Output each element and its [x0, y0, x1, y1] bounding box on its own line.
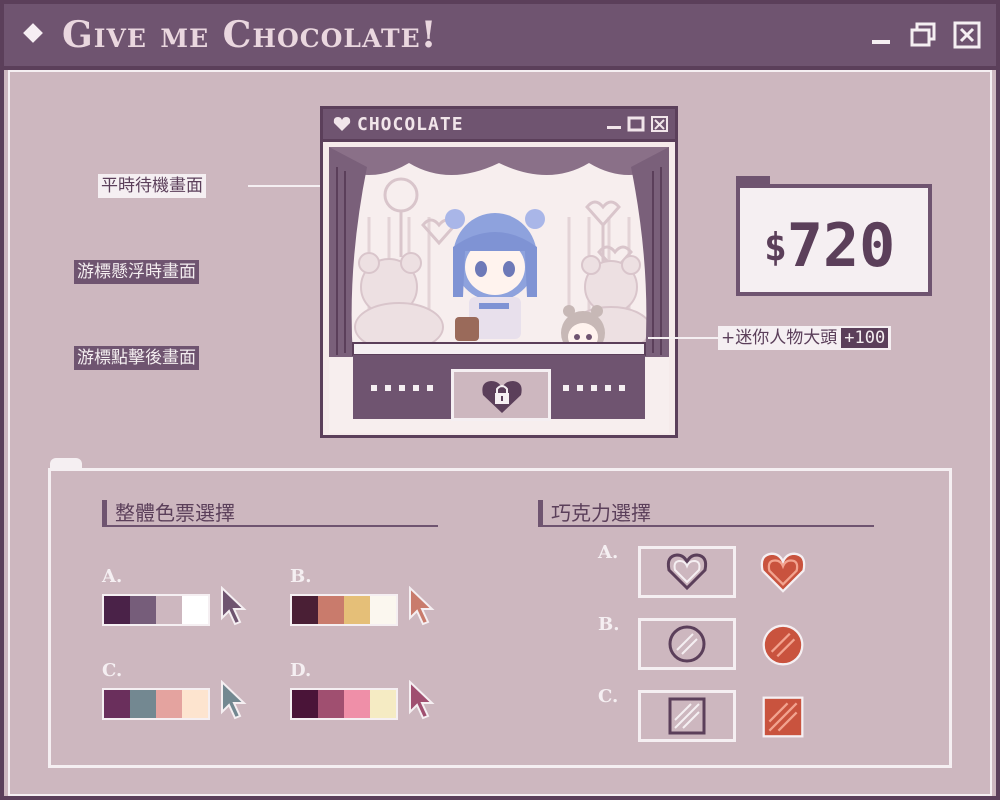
chocolate-option-a[interactable]	[638, 546, 736, 598]
color-swatch	[292, 596, 318, 624]
chocolate-option-letter: A.	[598, 542, 619, 563]
color-swatch	[344, 690, 370, 718]
chocolate-preview-square-icon	[762, 696, 804, 738]
palette-option-letter: C.	[102, 660, 123, 681]
minimize-icon[interactable]	[866, 20, 896, 50]
maximize-icon[interactable]	[908, 20, 938, 50]
money-value: 720	[786, 211, 896, 281]
palette-option-letter: D.	[290, 660, 312, 681]
money-display: $720	[736, 176, 932, 298]
color-swatch	[104, 690, 130, 718]
chocolate-section-title: 巧克力選擇	[538, 500, 651, 526]
idle-screen-label: 平時待機畫面	[98, 174, 206, 198]
unlock-button[interactable]	[451, 369, 551, 421]
currency-symbol: $	[764, 225, 787, 269]
color-swatch	[156, 596, 182, 624]
heart-icon	[333, 117, 351, 131]
color-swatch	[156, 690, 182, 718]
cursor-icon	[221, 680, 247, 720]
preview-window-controls	[607, 116, 668, 132]
color-swatch	[292, 690, 318, 718]
color-swatch	[344, 596, 370, 624]
palette-option-b[interactable]	[290, 594, 398, 626]
cursor-icon	[409, 680, 435, 720]
money-box: $720	[736, 184, 932, 296]
color-swatch	[130, 690, 156, 718]
heart-lock-icon	[482, 381, 522, 413]
window-title: Give me Chocolate!	[62, 14, 438, 56]
palette-option-c[interactable]	[102, 688, 210, 720]
title-bar[interactable]: Give me Chocolate!	[4, 4, 996, 70]
mini-avatar-label: +迷你人物大頭 +100	[718, 326, 892, 350]
square-icon	[668, 697, 706, 735]
cursor-icon	[221, 586, 247, 626]
money-amount: $720	[764, 216, 895, 277]
color-swatch	[370, 596, 396, 624]
mini-avatar-price: +100	[841, 328, 889, 348]
preview-window: CHOCOLATE	[320, 106, 678, 438]
color-swatch	[104, 596, 130, 624]
chocolate-option-letter: B.	[598, 614, 620, 635]
circle-icon	[668, 625, 706, 663]
clicked-screen-label: 游標點擊後畫面	[74, 346, 199, 370]
color-swatch	[130, 596, 156, 624]
color-swatch	[370, 690, 396, 718]
chocolate-preview-circle-icon	[762, 624, 804, 666]
palette-option-letter: B.	[290, 566, 312, 587]
color-swatch	[318, 690, 344, 718]
palette-option-d[interactable]	[290, 688, 398, 720]
palette-section-underline	[102, 525, 438, 527]
idle-connector-line	[248, 185, 320, 187]
close-icon[interactable]	[952, 20, 982, 50]
color-swatch	[182, 596, 208, 624]
mini-avatar-text: +迷你人物大頭	[721, 328, 838, 348]
chocolate-preview-heart-icon	[760, 552, 806, 593]
color-swatch	[318, 596, 344, 624]
palette-option-a[interactable]	[102, 594, 210, 626]
diamond-icon	[23, 23, 43, 43]
avatar-connector-line	[648, 337, 718, 339]
preview-stage	[329, 147, 669, 433]
chocolate-option-c[interactable]	[638, 690, 736, 742]
preview-title: CHOCOLATE	[357, 114, 464, 135]
heart-icon	[666, 553, 708, 591]
chocolate-section-underline	[538, 525, 874, 527]
color-swatch	[182, 690, 208, 718]
hover-screen-label: 游標懸浮時畫面	[74, 260, 199, 284]
cursor-icon	[409, 586, 435, 626]
palette-section-title: 整體色票選擇	[102, 500, 235, 526]
palette-option-letter: A.	[102, 566, 123, 587]
preview-title-bar: CHOCOLATE	[323, 109, 675, 142]
chocolate-option-b[interactable]	[638, 618, 736, 670]
chocolate-option-letter: C.	[598, 686, 619, 707]
